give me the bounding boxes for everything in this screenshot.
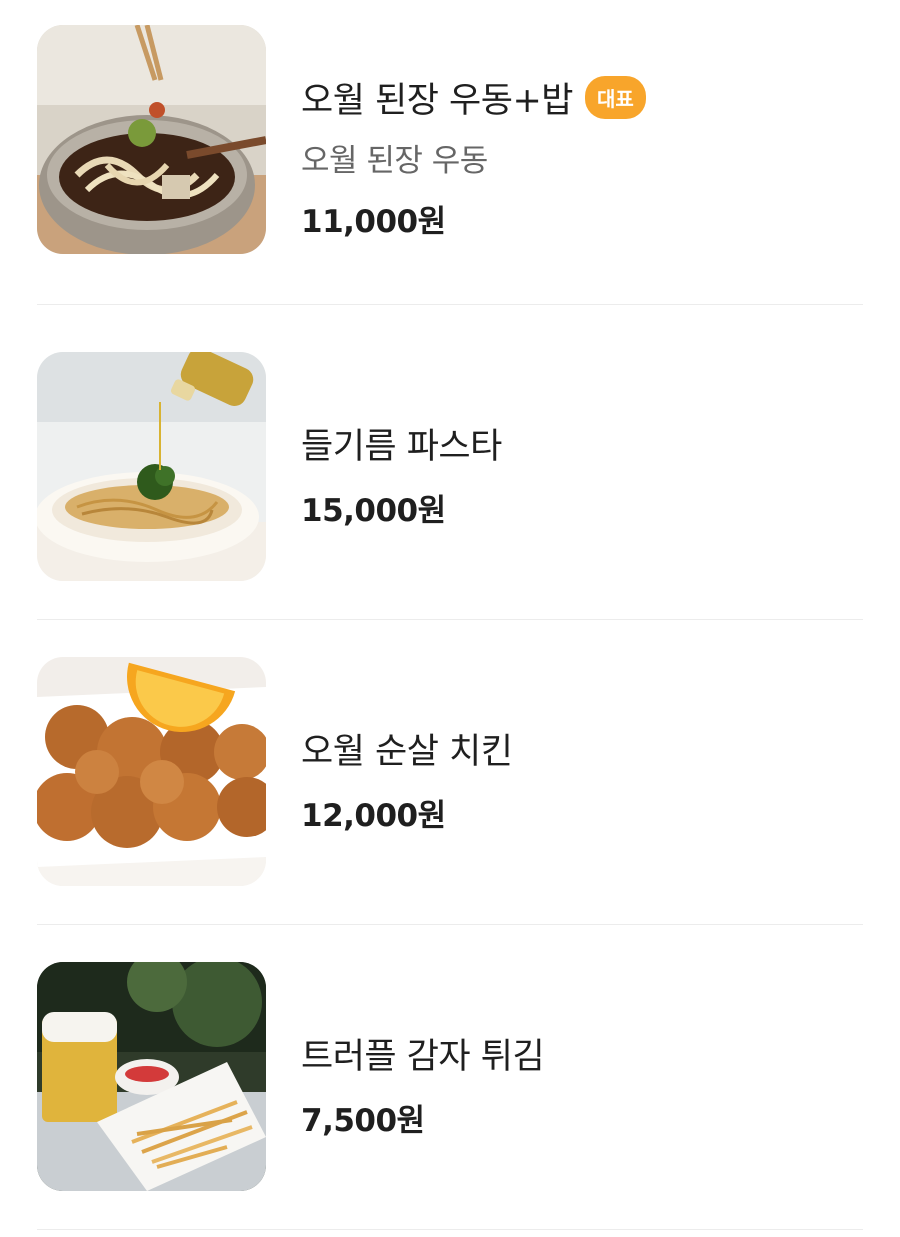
menu-item-info: 들기름 파스타 15,000원	[301, 418, 502, 530]
menu-item-udon[interactable]: 오월 된장 우동+밥 대표 오월 된장 우동 11,000원	[0, 0, 900, 305]
menu-item-pasta[interactable]: 들기름 파스타 15,000원	[0, 315, 900, 620]
menu-item-name: 오월 순살 치킨	[301, 732, 513, 772]
menu-item-price: 7,500원	[301, 1103, 425, 1139]
divider	[37, 304, 863, 305]
menu-item-name: 오월 된장 우동+밥 대표	[301, 72, 646, 123]
menu-item-info: 트러플 감자 튀김 7,500원	[301, 1028, 545, 1140]
fries-beer-image	[37, 962, 266, 1191]
menu-item-description: 오월 된장 우동	[301, 143, 488, 179]
pasta-plate-image	[37, 352, 266, 581]
signature-badge: 대표	[584, 76, 646, 119]
menu-item-info: 오월 된장 우동+밥 대표 오월 된장 우동 11,000원	[301, 72, 646, 241]
divider	[37, 1229, 863, 1230]
menu-item-name: 들기름 파스타	[301, 427, 502, 467]
menu-item-price: 11,000원	[301, 204, 446, 240]
udon-bowl-image	[37, 25, 266, 254]
menu-item-chicken[interactable]: 오월 순살 치킨 12,000원	[0, 620, 900, 925]
fried-chicken-image	[37, 657, 266, 886]
menu-item-price: 12,000원	[301, 798, 446, 834]
menu-item-name: 트러플 감자 튀김	[301, 1037, 545, 1077]
menu-list: 오월 된장 우동+밥 대표 오월 된장 우동 11,000원 들기름 파스타 1…	[0, 0, 900, 1237]
menu-item-info: 오월 순살 치킨 12,000원	[301, 723, 513, 835]
menu-item-truffle-fries[interactable]: 트러플 감자 튀김 7,500원	[0, 925, 900, 1230]
menu-item-price: 15,000원	[301, 493, 446, 529]
